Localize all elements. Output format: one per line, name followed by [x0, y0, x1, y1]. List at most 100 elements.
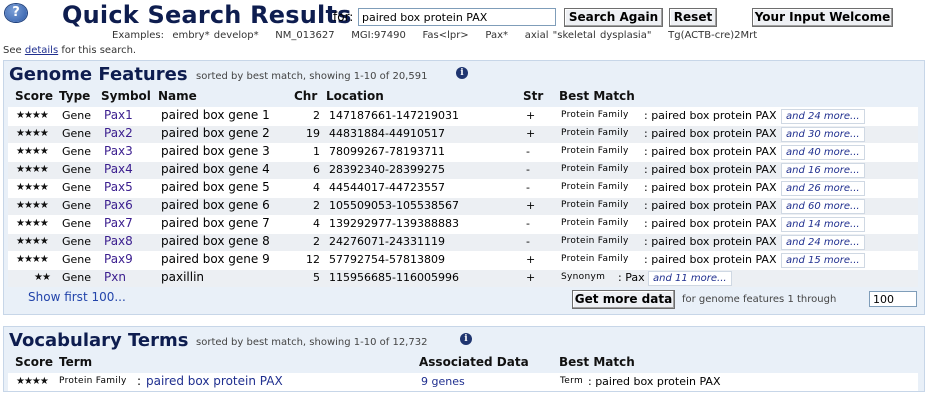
strand: +: [526, 109, 536, 122]
gene-name: paxillin: [161, 270, 205, 284]
chromosome: 12: [306, 253, 320, 266]
col-symbol[interactable]: Symbol: [101, 89, 151, 103]
chromosome: 2: [313, 109, 320, 122]
more-matches-link[interactable]: and 24 more...: [781, 109, 865, 124]
more-matches-link[interactable]: and 30 more...: [781, 127, 865, 142]
see-suffix: for this search.: [58, 45, 137, 56]
table-row: ★★★★ Gene Pax7 paired box gene 7 4 139292977-…: [8, 215, 918, 233]
match-text: : Pax: [618, 271, 645, 284]
gene-symbol-link[interactable]: Pax6: [104, 198, 133, 212]
score-stars: ★★★★: [16, 218, 49, 229]
details-link[interactable]: details: [25, 45, 58, 56]
score-stars: ★★★★: [16, 164, 49, 175]
score-stars: ★★★★: [16, 200, 49, 211]
info-icon[interactable]: i: [456, 67, 468, 79]
chromosome: 2: [313, 235, 320, 248]
feature-type: Gene: [62, 235, 92, 248]
col-score[interactable]: Score: [15, 89, 53, 103]
score-stars: ★★★★: [16, 110, 49, 121]
feature-type: Gene: [62, 109, 92, 122]
help-icon[interactable]: ?: [5, 4, 27, 22]
feature-type: Gene: [62, 163, 92, 176]
search-again-button[interactable]: Search Again: [564, 8, 663, 27]
col-term[interactable]: Term: [59, 355, 92, 369]
feature-type: Gene: [62, 217, 92, 230]
match-text-value: paired box protein PAX: [651, 181, 777, 194]
match-type: Protein Family: [561, 164, 629, 174]
for-label: for:: [333, 10, 354, 24]
col-str[interactable]: Str: [523, 89, 543, 103]
col-score[interactable]: Score: [15, 355, 53, 369]
more-matches-link[interactable]: and 26 more...: [781, 181, 865, 196]
gene-symbol-link[interactable]: Pax3: [104, 144, 133, 158]
more-matches-link[interactable]: and 14 more...: [781, 217, 865, 232]
location: 147187661-147219031: [329, 109, 459, 122]
get-more-data-button[interactable]: Get more data: [572, 290, 675, 309]
more-matches-link[interactable]: and 11 more...: [648, 271, 732, 286]
more-matches-link[interactable]: and 60 more...: [781, 199, 865, 214]
col-associated-data[interactable]: Associated Data: [419, 355, 529, 369]
col-location[interactable]: Location: [326, 89, 384, 103]
gene-name: paired box gene 7: [161, 216, 270, 230]
gene-name: paired box gene 8: [161, 234, 270, 248]
gene-symbol-link[interactable]: Pax2: [104, 126, 133, 140]
gene-symbol-link[interactable]: Pax8: [104, 234, 133, 248]
gene-symbol-link[interactable]: Pxn: [104, 270, 126, 284]
more-matches-link[interactable]: and 15 more...: [781, 253, 865, 268]
reset-button[interactable]: Reset: [669, 8, 717, 27]
match-text-value: paired box protein PAX: [651, 127, 777, 140]
more-matches-link[interactable]: and 24 more...: [781, 235, 865, 250]
vocabulary-terms-subtitle: sorted by best match, showing 1-10 of 12…: [196, 337, 428, 348]
gene-symbol-link[interactable]: Pax5: [104, 180, 133, 194]
term-separator: :: [137, 374, 142, 388]
match-text: : paired box protein PAX: [644, 127, 776, 140]
match-text-value: paired box protein PAX: [595, 375, 721, 388]
feature-type: Gene: [62, 145, 92, 158]
gene-symbol-link[interactable]: Pax9: [104, 252, 133, 266]
table-row: ★★★★ Gene Pax3 paired box gene 3 1 78099267-7…: [8, 143, 918, 161]
table-row: ★★ Gene Pxn paxillin 5 115956685-116005996 + Sy…: [8, 269, 918, 287]
location: 105509053-105538567: [329, 199, 459, 212]
match-text-value: paired box protein PAX: [651, 235, 777, 248]
match-text: : paired box protein PAX: [644, 217, 776, 230]
range-end-input[interactable]: [869, 291, 917, 307]
match-text: : paired box protein PAX: [644, 253, 776, 266]
score-stars: ★★★★: [16, 376, 49, 387]
table-row: ★★★★ Gene Pax8 paired box gene 8 2 24276071-2…: [8, 233, 918, 251]
match-text-value: paired box protein PAX: [651, 199, 777, 212]
more-matches-link[interactable]: and 16 more...: [781, 163, 865, 178]
col-name[interactable]: Name: [158, 89, 197, 103]
strand: +: [526, 253, 536, 266]
match-type: Protein Family: [561, 128, 629, 138]
match-text: : paired box protein PAX: [644, 181, 776, 194]
vocabulary-terms-title: Vocabulary Terms: [9, 330, 189, 351]
search-input[interactable]: [358, 8, 556, 26]
your-input-welcome-button[interactable]: Your Input Welcome: [752, 8, 893, 27]
feature-type: Gene: [62, 181, 92, 194]
gene-symbol-link[interactable]: Pax7: [104, 216, 133, 230]
table-row: ★★★★ Gene Pax4 paired box gene 4 6 28392340-2…: [8, 161, 918, 179]
col-type[interactable]: Type: [59, 89, 90, 103]
gene-symbol-link[interactable]: Pax1: [104, 108, 133, 122]
info-icon[interactable]: i: [460, 333, 472, 345]
score-stars: ★★★★: [16, 236, 49, 247]
more-matches-link[interactable]: and 40 more...: [781, 145, 865, 160]
strand: +: [526, 271, 536, 284]
col-chr[interactable]: Chr: [294, 89, 317, 103]
gene-symbol-link[interactable]: Pax4: [104, 162, 133, 176]
location: 115956685-116005996: [329, 271, 459, 284]
associated-data-link[interactable]: 9 genes: [421, 375, 465, 388]
gene-name: paired box gene 9: [161, 252, 270, 266]
strand: -: [526, 235, 530, 248]
match-type: Term: [560, 376, 584, 386]
term-link[interactable]: paired box protein PAX: [146, 374, 283, 388]
genome-features-subtitle: sorted by best match, showing 1-10 of 20…: [196, 71, 428, 82]
chromosome: 19: [306, 127, 320, 140]
term-type: Protein Family: [59, 376, 127, 386]
show-first-100-link[interactable]: Show first 100...: [28, 290, 126, 304]
match-type: Protein Family: [561, 182, 629, 192]
chromosome: 4: [313, 217, 320, 230]
gene-name: paired box gene 6: [161, 198, 270, 212]
chromosome: 1: [313, 145, 320, 158]
gene-name: paired box gene 5: [161, 180, 270, 194]
